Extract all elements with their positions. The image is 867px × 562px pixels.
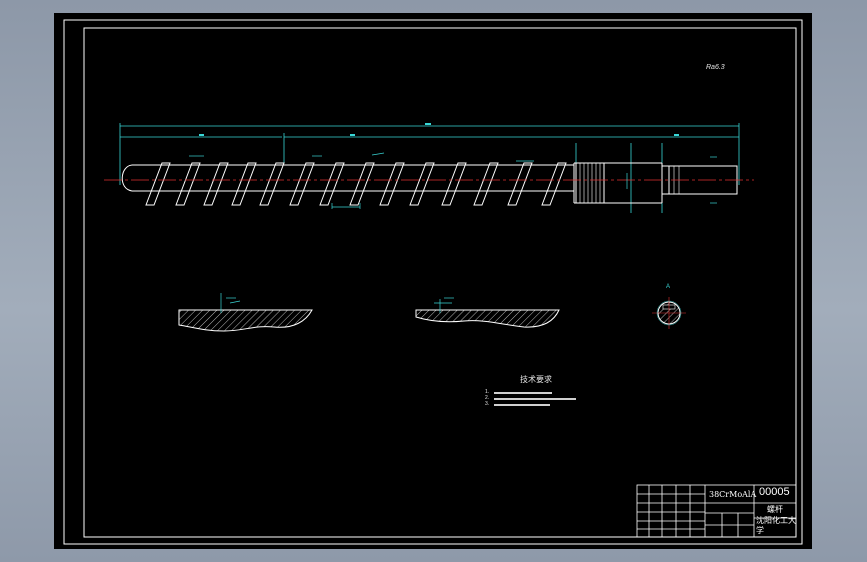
title-block-school: 沈阳化工大学 [756,516,796,536]
title-block-drawing-number: 00005 [759,486,790,498]
cad-viewport[interactable]: Ra6.3 A 技术要求 1. 2. 3. 38CrMoAlA 00005 螺杆… [54,13,812,549]
spline-section [579,163,680,203]
inner-border [83,27,797,538]
tech-item-3-number: 3. [485,401,490,407]
overall-dimension [119,123,740,213]
title-block-part-name: 螺杆 [767,505,783,514]
dimension-text-total [425,123,431,125]
title-block-material: 38CrMoAlA [709,490,757,499]
roughness-note: Ra6.3 [706,64,725,71]
cross-section-a [652,297,686,329]
dimension-text-right [674,134,679,136]
screw-shaft [121,162,738,204]
section-label-a: A [666,284,671,290]
detail-section-2 [415,297,560,328]
dimension-text-left [199,134,204,136]
outer-border [63,19,803,545]
screw-flights [145,162,567,206]
dimension-text-mid [350,134,355,136]
detail-section-1 [178,293,313,332]
tech-requirement-lines [494,392,576,406]
cad-drawing [63,19,803,545]
feature-dimensions [189,152,717,209]
tech-requirements-title: 技术要求 [520,375,552,384]
